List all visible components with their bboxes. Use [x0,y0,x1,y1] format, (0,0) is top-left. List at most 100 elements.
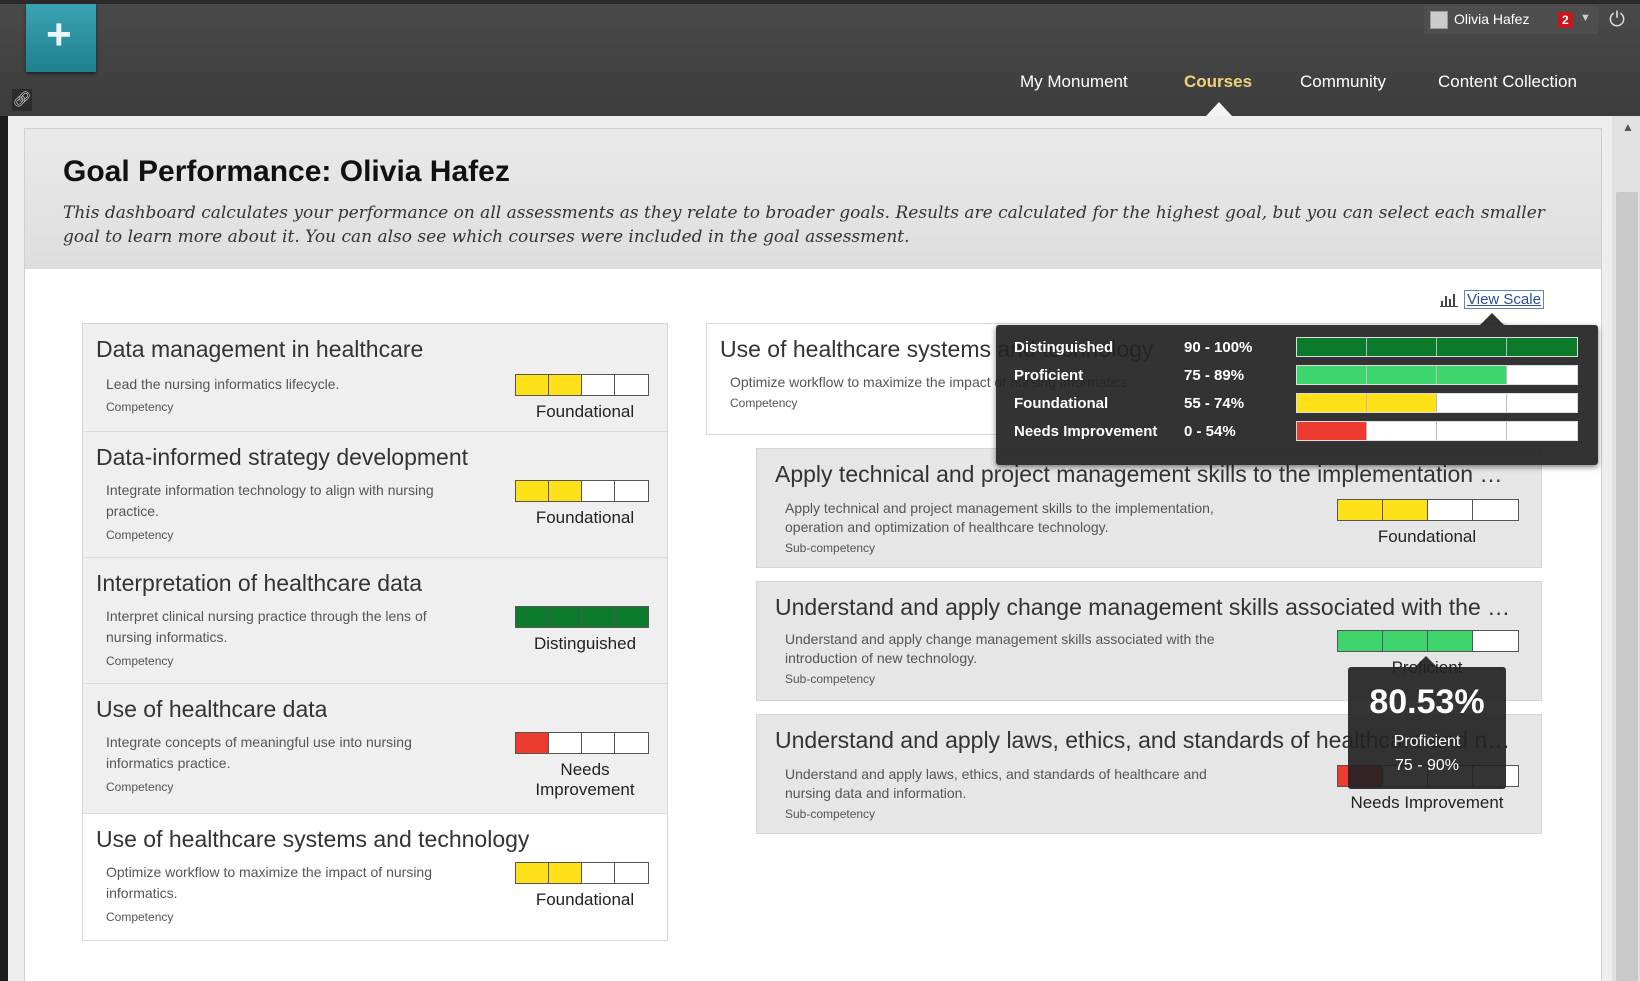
performance-level: Foundational [535,508,635,527]
bar-segment-filled [516,607,549,627]
competency-card[interactable]: Data-informed strategy development Integ… [83,432,667,558]
performance-level: Needs Improvement [1350,793,1504,812]
bar-segment-filled [1437,366,1507,384]
score-tooltip: 80.53% Proficient 75 - 90% [1348,656,1506,789]
page-title: Goal Performance: Olivia Hafez [63,155,510,188]
bar-segment-empty [1507,422,1577,440]
bar-segment-filled [1338,631,1383,651]
competency-type: Competency [106,654,174,668]
bar-segment-empty [1437,422,1507,440]
bar-segment-filled [1367,366,1437,384]
bar-segment-filled [1297,422,1367,440]
scale-row: Foundational 55 - 74% [1014,393,1584,415]
view-scale-link[interactable]: View Scale [1464,290,1544,309]
bar-segment-filled [1383,500,1428,520]
performance-bar [515,480,649,502]
competency-card[interactable]: Interpretation of healthcare data Interp… [83,558,667,684]
score-level: Proficient [1393,733,1461,750]
nav-community[interactable]: Community [1300,72,1386,92]
nav-courses[interactable]: Courses [1184,72,1252,92]
tooltip-arrow [1415,656,1437,667]
competency-description-line-2: nursing informatics. [106,629,228,645]
bar-segment-empty [549,733,582,753]
scale-level-range: 75 - 89% [1184,367,1245,384]
competency-type: Competency [106,910,174,924]
subcompetency-title: Apply technical and project management s… [775,461,1515,487]
subcompetency-description-line-2: nursing data and information. [785,785,967,801]
scale-bar [1296,421,1578,441]
panel-header: Goal Performance: Olivia Hafez This dash… [25,129,1601,269]
bar-segment-empty [1437,394,1507,412]
performance-bar [515,732,649,754]
performance-bar [1337,630,1519,652]
intro-text: This dashboard calculates your performan… [63,203,1545,247]
competency-title: Use of healthcare systems and technology [96,826,530,852]
bar-segment-empty [615,733,648,753]
bar-segment-empty [1473,631,1518,651]
bar-segment-filled [549,607,582,627]
bar-segment-empty [1507,366,1577,384]
bar-segment-filled [516,863,549,883]
competency-list: Data management in healthcare Lead the n… [82,323,668,941]
scale-tooltip: Distinguished 90 - 100% Proficient 75 - … [996,313,1598,465]
scroll-thumb[interactable] [1616,192,1638,981]
competency-card-selected[interactable]: Use of healthcare systems and technology… [83,814,667,940]
chevron-down-icon[interactable]: ▼ [1580,12,1591,24]
scale-level-name: Proficient [1014,367,1084,384]
scale-row: Distinguished 90 - 100% [1014,337,1584,359]
bar-segment-empty [582,733,615,753]
subcompetency-card[interactable]: Apply technical and project management s… [756,448,1542,568]
nav-content-collection[interactable]: Content Collection [1438,72,1577,92]
competency-title: Data-informed strategy development [96,444,469,470]
scale-level-range: 90 - 100% [1184,339,1253,356]
competency-description-line-2: practice. [106,503,159,519]
subcompetency-type: Sub-competency [785,541,876,555]
competency-type: Competency [106,400,174,414]
bar-segment-filled [549,375,582,395]
scrollbar[interactable]: ▲ [1612,116,1640,981]
bar-segment-filled [516,481,549,501]
competency-title: Data management in healthcare [96,336,424,362]
performance-level: Foundational [535,890,635,909]
power-icon[interactable]: ⏻ [1602,6,1632,34]
scale-row: Proficient 75 - 89% [1014,365,1584,387]
scale-level-name: Foundational [1014,395,1109,412]
notification-badge[interactable]: 2 [1558,12,1573,28]
subcompetency-description-line-2: operation and optimization of healthcare… [785,519,1109,535]
competency-card[interactable]: Data management in healthcare Lead the n… [83,324,667,432]
score-range: 75 - 90% [1394,757,1460,774]
score-percent: 80.53% [1369,683,1485,721]
plus-icon: + [46,10,72,59]
nav-my-monument[interactable]: My Monument [1020,72,1128,92]
subcompetency-type: Sub-competency [785,672,876,686]
bar-segment-empty [1367,422,1437,440]
performance-level: Foundational [535,402,635,421]
scale-level-range: 0 - 54% [1184,423,1236,440]
performance-level: Distinguished [533,634,637,653]
bar-segment-filled [516,375,549,395]
scale-bar [1296,365,1578,385]
subcompetency-description: Understand and apply laws, ethics, and s… [785,766,1207,782]
bar-segment-filled [1297,394,1367,412]
competency-title: Use of healthcare data [96,696,328,722]
user-menu[interactable]: Olivia Hafez 2 ▼ [1424,6,1598,34]
bar-segment-filled [549,481,582,501]
bar-segment-filled [1367,338,1437,356]
bar-segment-empty [615,375,648,395]
subcompetency-description: Understand and apply change management s… [785,631,1215,647]
competency-description: Optimize workflow to maximize the impact… [106,864,432,880]
bar-segment-filled [549,863,582,883]
tooltip-arrow [1480,313,1504,325]
performance-bar [515,606,649,628]
bar-segment-empty [615,481,648,501]
bar-segment-filled [1338,500,1383,520]
subcompetency-description: Apply technical and project management s… [785,500,1214,516]
competency-card[interactable]: Use of healthcare data Integrate concept… [83,684,667,814]
performance-bar [1337,499,1519,521]
scroll-up-icon[interactable]: ▲ [1622,120,1634,134]
scale-row: Needs Improvement 0 - 54% [1014,421,1584,443]
link-icon[interactable]: 🔗︎ [12,89,32,111]
add-button[interactable]: + [26,4,96,72]
scale-level-name: Distinguished [1014,339,1114,356]
competency-type: Competency [106,528,174,542]
